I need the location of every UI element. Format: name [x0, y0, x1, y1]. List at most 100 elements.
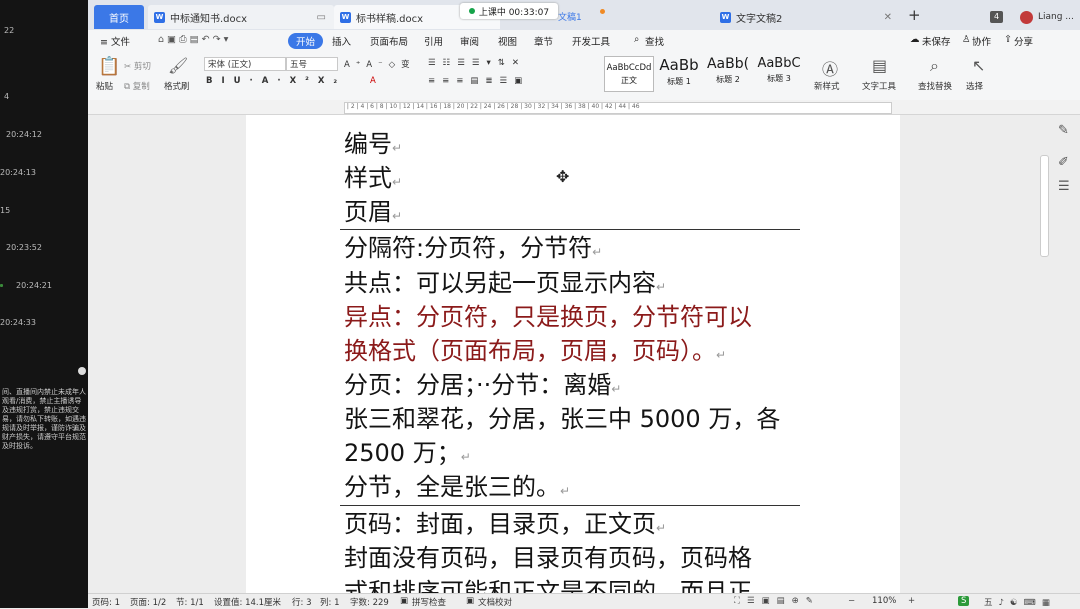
tab-document-4[interactable]: W 文字文稿2 ✕: [714, 5, 900, 29]
mouse-cursor-icon: ✥: [556, 167, 570, 186]
doc-line[interactable]: 编号↵: [344, 127, 402, 165]
tray-icons[interactable]: 五♪☯⌨▦: [984, 596, 1056, 608]
menu-start[interactable]: 开始: [288, 33, 324, 49]
list-icons[interactable]: ☰☷☰☰▾⇅✕: [428, 58, 526, 68]
unsaved-status[interactable]: 未保存: [922, 34, 951, 48]
doc-line[interactable]: 分隔符:分页符，分节符↵: [344, 231, 602, 269]
menu-bar: ≡ 文件 ⌂ ▣ ⎙ ▤ ↶ ↷ ▾ 开始 插入 页面布局 引用 审阅 视图 章…: [88, 30, 1080, 52]
font-style-icons[interactable]: BIU·A·X²X₂: [206, 76, 346, 86]
menu-insert[interactable]: 插入: [332, 34, 351, 48]
status-row: 行: 3: [292, 598, 312, 608]
style-label: 标题 2: [716, 75, 740, 84]
zoom-level[interactable]: 110%: [872, 596, 896, 606]
doc-line-highlight[interactable]: 异点：分页符，只是换页，分节符可以: [344, 300, 752, 334]
text-tools-button[interactable]: 文字工具: [862, 80, 896, 92]
font-color-icon[interactable]: A: [370, 76, 376, 86]
text-tools-icon[interactable]: ▤: [872, 56, 887, 75]
toggle-icon[interactable]: [78, 367, 86, 375]
tab-label: 标书样稿.docx: [356, 13, 424, 25]
doc-line-highlight[interactable]: 换格式（页面布局，页眉，页码）。↵: [344, 334, 726, 372]
cut-button[interactable]: ✂ 剪切: [124, 60, 151, 72]
menu-review[interactable]: 审阅: [460, 34, 479, 48]
panel-notice: 间、直播间内禁止未成年人观看/消费，禁止主播诱导及违规打赏，禁止违规交易，请勿私…: [2, 388, 86, 450]
tab-label: 文字文稿2: [736, 13, 783, 25]
view-mode-icons[interactable]: ⛶☰▣▤⊕✎: [734, 596, 820, 606]
paste-icon[interactable]: 📋: [98, 56, 120, 77]
search-icon[interactable]: ⌕: [634, 34, 639, 45]
doc-line[interactable]: 页眉↵: [344, 195, 402, 233]
pen-icon[interactable]: ✎: [1058, 123, 1072, 138]
copy-button[interactable]: ⧉ 复制: [124, 80, 150, 92]
font-name-select[interactable]: 宋体 (正文): [204, 57, 286, 71]
menu-developer[interactable]: 开发工具: [572, 34, 610, 48]
proof-icon[interactable]: ▣: [466, 596, 474, 606]
panel-label: 22: [4, 26, 15, 35]
doc-line[interactable]: 封面没有页码，目录页有页码，页码格: [344, 541, 752, 575]
doc-line[interactable]: 2500 万；↵: [344, 436, 471, 474]
menu-view[interactable]: 视图: [498, 34, 517, 48]
format-painter-button[interactable]: 格式刷: [164, 80, 190, 92]
tab-label-partial[interactable]: 文稿1: [558, 10, 582, 23]
document-page[interactable]: 编号↵ 样式↵ 页眉↵ 分隔符:分页符，分节符↵ 共点：可以另起一页显示内容↵ …: [246, 115, 900, 606]
word-doc-icon: W: [720, 11, 731, 23]
live-status-badge: 上课中 00:33:07: [460, 3, 558, 19]
doc-line[interactable]: 页码：封面，目录页，正文页↵: [344, 507, 666, 545]
new-style-button[interactable]: 新样式: [814, 80, 840, 92]
menu-page-layout[interactable]: 页面布局: [370, 34, 408, 48]
status-dot: [0, 284, 3, 287]
close-icon[interactable]: ✕: [884, 12, 892, 23]
style-normal[interactable]: AaBbCcDd 正文: [604, 56, 654, 92]
tab-document-1[interactable]: W 中标通知书.docx ▭: [148, 5, 334, 29]
select-cursor-icon[interactable]: ↖: [972, 56, 985, 75]
collab-button[interactable]: 协作: [972, 34, 991, 48]
select-button[interactable]: 选择: [966, 80, 983, 92]
proof-button[interactable]: 文档校对: [478, 596, 512, 608]
live-timer: 上课中 00:33:07: [478, 7, 550, 18]
find-replace-button[interactable]: 查找替换: [918, 80, 952, 92]
zoom-out-icon[interactable]: −: [848, 596, 855, 606]
layers-icon[interactable]: ☰: [1058, 179, 1072, 194]
find-replace-icon[interactable]: ⌕: [930, 56, 939, 76]
new-style-icon[interactable]: Ⓐ: [822, 56, 838, 80]
menu-references[interactable]: 引用: [424, 34, 443, 48]
font-size-select[interactable]: 五号: [286, 57, 338, 71]
vertical-scrollbar[interactable]: [1040, 155, 1049, 257]
doc-line[interactable]: 分页：分居；··分节：离婚↵: [344, 368, 621, 406]
edit-icon[interactable]: ✐: [1058, 155, 1072, 170]
spell-check-button[interactable]: 拼写检查: [412, 596, 446, 608]
menu-file[interactable]: ≡ 文件: [100, 34, 130, 48]
status-setting: 设置值: 14.1厘米: [214, 598, 281, 608]
share-button[interactable]: 分享: [1014, 34, 1033, 48]
style-heading-3[interactable]: AaBbC 标题 3: [754, 56, 804, 90]
style-heading-1[interactable]: AaBb 标题 1: [654, 56, 704, 90]
quick-access-icons[interactable]: ⌂ ▣ ⎙ ▤ ↶ ↷ ▾: [158, 34, 228, 45]
monitor-icon[interactable]: ▭: [317, 12, 326, 23]
doc-line[interactable]: 分节，全是张三的。↵: [344, 470, 570, 508]
doc-line[interactable]: 张三和翠花，分居，张三中 5000 万，各: [344, 402, 780, 436]
paste-button[interactable]: 粘贴: [96, 80, 113, 92]
doc-line[interactable]: 样式↵: [344, 161, 402, 199]
new-tab-button[interactable]: +: [908, 6, 921, 24]
style-heading-2[interactable]: AaBb( 标题 2: [704, 56, 752, 90]
font-size-adjust-icons[interactable]: A⁺A⁻◇变: [344, 58, 416, 70]
zoom-in-icon[interactable]: +: [908, 596, 915, 606]
avatar[interactable]: [1020, 11, 1033, 24]
style-preview: AaBbCcDd: [606, 63, 652, 73]
menu-chapter[interactable]: 章节: [534, 34, 553, 48]
align-icons[interactable]: ≡≡≡▤≣☰▣: [428, 76, 529, 86]
menu-search[interactable]: 查找: [645, 34, 664, 48]
status-words[interactable]: 字数: 229: [350, 596, 389, 608]
doc-line[interactable]: 共点：可以另起一页显示内容↵: [344, 266, 666, 304]
share-icon: ⇪: [1004, 34, 1012, 45]
timestamp: 20:24:13: [0, 168, 36, 177]
spell-check-icon[interactable]: ▣: [400, 596, 408, 606]
horizontal-ruler[interactable]: | 2 | 4 | 6 | 8 | 10 | 12 | 14 | 16 | 18…: [88, 100, 1080, 115]
timestamp: 20:24:33: [0, 318, 36, 327]
style-label: 正文: [621, 76, 637, 85]
input-method-icon[interactable]: S: [958, 596, 970, 606]
window-count-badge[interactable]: 4: [990, 11, 1003, 23]
word-doc-icon: W: [154, 11, 165, 23]
user-name[interactable]: Liang ...: [1038, 12, 1074, 22]
format-painter-icon[interactable]: 🖌: [168, 56, 188, 75]
tab-home[interactable]: 首页: [94, 5, 144, 29]
